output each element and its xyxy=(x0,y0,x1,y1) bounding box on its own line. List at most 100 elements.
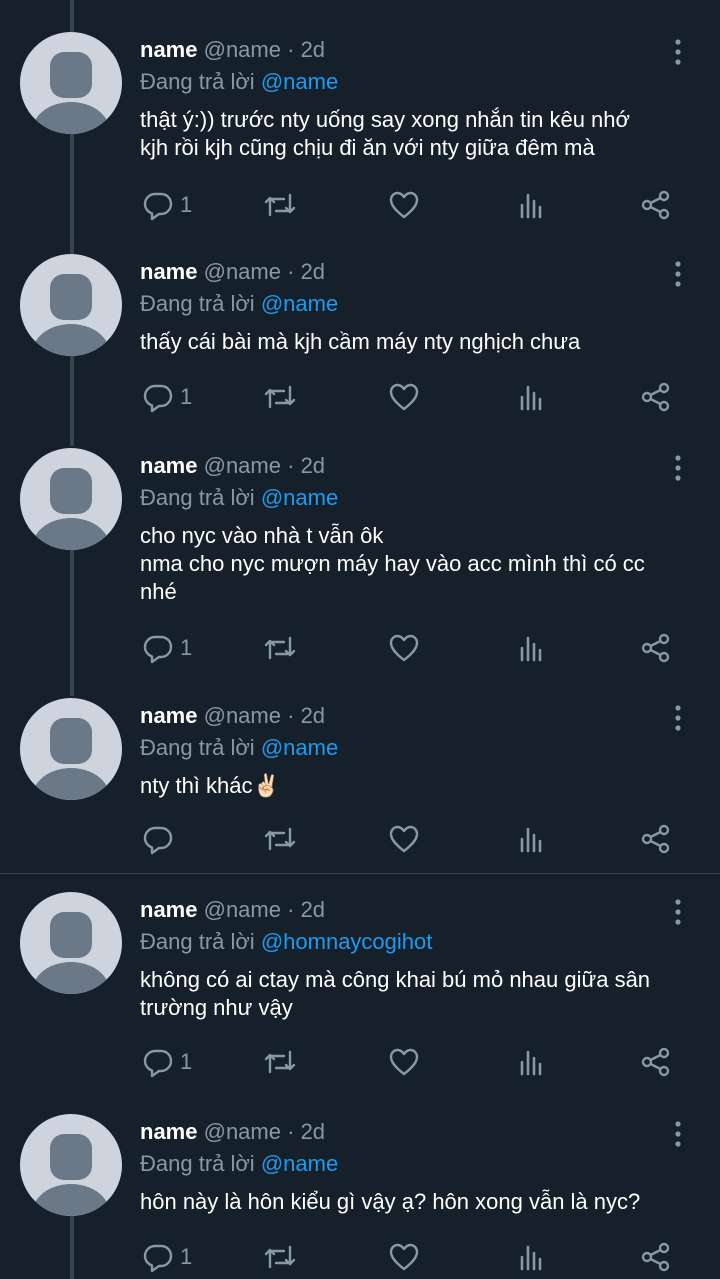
reply-button[interactable]: 1 xyxy=(142,377,192,417)
more-button[interactable] xyxy=(664,260,692,288)
tweet-text: thấy cái bài mà kjh cầm máy nty nghịch c… xyxy=(140,328,700,356)
more-vertical-icon xyxy=(664,39,692,70)
more-button[interactable] xyxy=(664,1120,692,1148)
avatar-head xyxy=(50,468,92,514)
analytics-icon xyxy=(518,1046,546,1078)
author-name[interactable]: name xyxy=(140,453,197,478)
timestamp[interactable]: 2d xyxy=(301,259,325,284)
timestamp[interactable]: 2d xyxy=(301,897,325,922)
share-button[interactable] xyxy=(640,1237,672,1277)
share-button[interactable] xyxy=(640,185,672,225)
timestamp[interactable]: 2d xyxy=(301,1119,325,1144)
like-button[interactable] xyxy=(388,1042,420,1082)
reply-icon xyxy=(142,823,174,855)
retweet-icon xyxy=(262,1241,298,1273)
heart-icon xyxy=(388,1046,420,1078)
retweet-button[interactable] xyxy=(262,819,298,859)
analytics-button[interactable] xyxy=(518,819,546,859)
mention-link[interactable]: @name xyxy=(261,735,338,760)
analytics-button[interactable] xyxy=(518,628,546,668)
timestamp[interactable]: 2d xyxy=(301,453,325,478)
author-handle[interactable]: @name xyxy=(204,37,281,62)
analytics-button[interactable] xyxy=(518,1042,546,1082)
tweet-text: thật ý:)) trước nty uống say xong nhắn t… xyxy=(140,106,700,162)
more-button[interactable] xyxy=(664,898,692,926)
author-name[interactable]: name xyxy=(140,897,197,922)
reply-count: 1 xyxy=(180,192,193,217)
reply-button[interactable] xyxy=(142,819,174,859)
more-button[interactable] xyxy=(664,704,692,732)
tweet-header: name @name · 2d xyxy=(140,36,325,64)
more-vertical-icon xyxy=(664,455,692,486)
analytics-icon xyxy=(518,823,546,855)
analytics-button[interactable] xyxy=(518,1237,546,1277)
timestamp[interactable]: 2d xyxy=(301,37,325,62)
analytics-button[interactable] xyxy=(518,377,546,417)
heart-icon xyxy=(388,381,420,413)
avatar-shoulders xyxy=(32,102,110,134)
tweet: name @name · 2d Đang trả lời @name nty thì… xyxy=(0,698,720,859)
author-name[interactable]: name xyxy=(140,1119,197,1144)
tweet-text-line: nma cho nyc mượn máy hay vào acc mình th… xyxy=(140,551,645,576)
mention-link[interactable]: @name xyxy=(261,1151,338,1176)
more-vertical-icon xyxy=(664,1121,692,1152)
reply-button[interactable]: 1 xyxy=(142,628,192,668)
retweet-button[interactable] xyxy=(262,1237,298,1277)
author-handle[interactable]: @name xyxy=(204,1119,281,1144)
avatar[interactable] xyxy=(20,254,122,356)
timestamp[interactable]: 2d xyxy=(301,703,325,728)
more-button[interactable] xyxy=(664,454,692,482)
reply-count: 1 xyxy=(180,1049,193,1074)
tweet-header: name @name · 2d xyxy=(140,896,325,924)
avatar[interactable] xyxy=(20,32,122,134)
reply-count: 1 xyxy=(180,635,193,660)
more-vertical-icon xyxy=(664,899,692,930)
author-handle[interactable]: @name xyxy=(204,897,281,922)
share-button[interactable] xyxy=(640,377,672,417)
author-name[interactable]: name xyxy=(140,259,197,284)
avatar[interactable] xyxy=(20,1114,122,1216)
like-button[interactable] xyxy=(388,377,420,417)
reply-button[interactable]: 1 xyxy=(142,1237,192,1277)
share-icon xyxy=(640,1241,672,1273)
retweet-button[interactable] xyxy=(262,1042,298,1082)
mention-link[interactable]: @name xyxy=(261,485,338,510)
author-handle[interactable]: @name xyxy=(204,259,281,284)
author-name[interactable]: name xyxy=(140,703,197,728)
author-handle[interactable]: @name xyxy=(204,453,281,478)
thread-line xyxy=(70,0,74,32)
share-button[interactable] xyxy=(640,1042,672,1082)
tweet-header: name @name · 2d xyxy=(140,452,325,480)
mention-link[interactable]: @homnaycogihot xyxy=(261,929,433,954)
avatar-shoulders xyxy=(32,768,110,800)
analytics-button[interactable] xyxy=(518,185,546,225)
author-name[interactable]: name xyxy=(140,37,197,62)
author-handle[interactable]: @name xyxy=(204,703,281,728)
like-button[interactable] xyxy=(388,628,420,668)
share-button[interactable] xyxy=(640,628,672,668)
avatar[interactable] xyxy=(20,892,122,994)
retweet-icon xyxy=(262,1046,298,1078)
like-button[interactable] xyxy=(388,819,420,859)
like-button[interactable] xyxy=(388,185,420,225)
mention-link[interactable]: @name xyxy=(261,69,338,94)
share-icon xyxy=(640,1046,672,1078)
mention-link[interactable]: @name xyxy=(261,291,338,316)
retweet-button[interactable] xyxy=(262,185,298,225)
reply-button[interactable]: 1 xyxy=(142,1042,192,1082)
separator-dot: · xyxy=(287,453,295,478)
share-icon xyxy=(640,189,672,221)
tweet: name @name · 2d Đang trả lời @name thấy cá… xyxy=(0,254,720,417)
tweet: name @name · 2d Đang trả lời @name thật ý:… xyxy=(0,32,720,225)
avatar[interactable] xyxy=(20,698,122,800)
retweet-button[interactable] xyxy=(262,377,298,417)
share-button[interactable] xyxy=(640,819,672,859)
more-button[interactable] xyxy=(664,38,692,66)
separator-dot: · xyxy=(287,897,295,922)
analytics-icon xyxy=(518,189,546,221)
retweet-button[interactable] xyxy=(262,628,298,668)
reply-icon xyxy=(142,632,174,664)
reply-button[interactable]: 1 xyxy=(142,185,192,225)
like-button[interactable] xyxy=(388,1237,420,1277)
avatar[interactable] xyxy=(20,448,122,550)
